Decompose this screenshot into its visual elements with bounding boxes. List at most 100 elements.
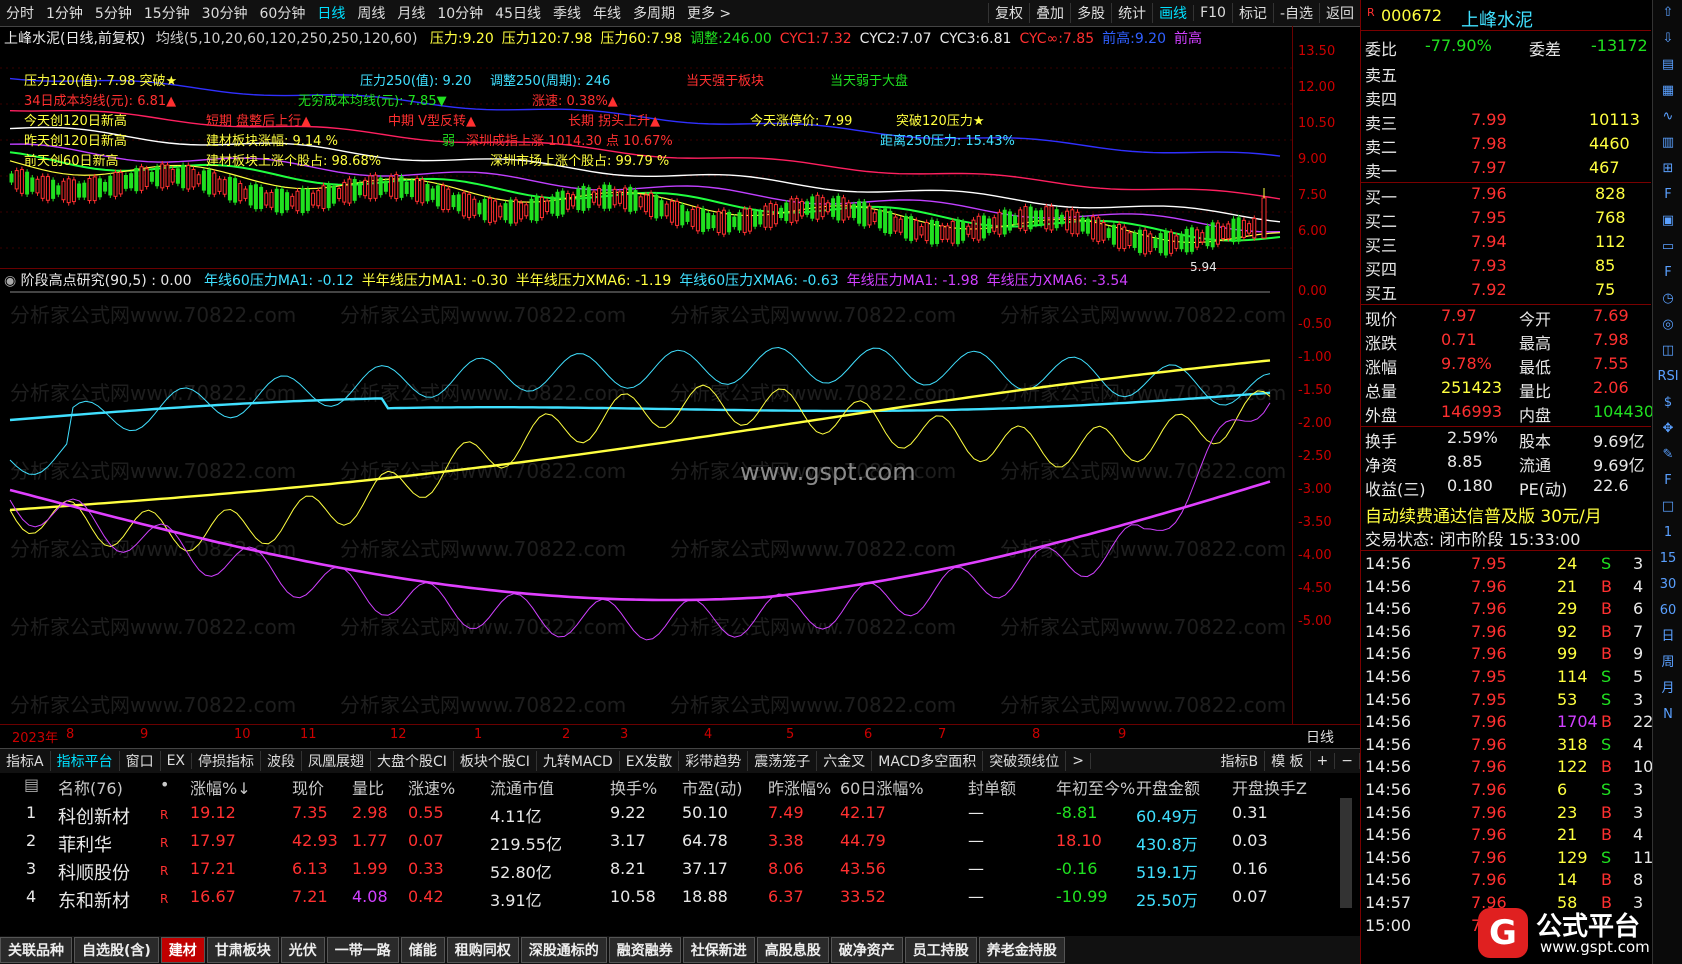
period-3[interactable]: 15分钟 xyxy=(138,3,196,23)
sector-tab[interactable]: 高股息股 xyxy=(756,937,829,963)
sector-tab[interactable]: 租购同权 xyxy=(446,937,519,963)
column-header[interactable]: 昨涨幅% xyxy=(768,775,831,799)
indicator-tab[interactable]: MACD多空面积 xyxy=(872,751,984,771)
table-row[interactable]: 1 科创新材 R 19.12 7.35 2.98 0.55 4.11亿 9.22 50.10 7.4… xyxy=(0,800,1360,828)
table-row[interactable]: 4 东和新材 R 16.67 7.21 4.08 0.42 3.91亿 10.58 18.88 6.… xyxy=(0,884,1360,912)
sector-tab[interactable]: 深股通标的 xyxy=(520,937,607,963)
tool-0[interactable]: 复权 xyxy=(988,3,1029,23)
side-tool-icon[interactable]: 日 xyxy=(1653,624,1682,650)
list-icon[interactable]: ▤ xyxy=(24,775,39,794)
tab-action[interactable]: + xyxy=(1311,753,1336,769)
sector-tab[interactable]: 破净资产 xyxy=(830,937,903,963)
period-13[interactable]: 多周期 xyxy=(627,3,681,23)
indicator-tab[interactable]: > xyxy=(1066,753,1091,769)
sub-chart-toggle-icon[interactable]: ◉ xyxy=(4,273,16,289)
side-tool-icon[interactable]: 30 xyxy=(1653,572,1682,598)
indicator-tab[interactable]: 大盘个股CI xyxy=(371,751,454,771)
side-tool-icon[interactable]: RSI xyxy=(1653,364,1682,390)
side-tool-icon[interactable]: N xyxy=(1653,702,1682,728)
column-header[interactable]: • xyxy=(160,775,169,794)
column-header[interactable]: 开盘金额 xyxy=(1136,775,1200,799)
indicator-tab[interactable]: 彩带趋势 xyxy=(679,751,749,771)
table-scrollbar[interactable] xyxy=(1340,798,1352,908)
table-row[interactable]: 2 菲利华 R 17.97 42.93 1.77 0.07 219.55亿 3.17 64.78 3… xyxy=(0,828,1360,856)
tool-7[interactable]: -自选 xyxy=(1272,3,1319,23)
sector-tab[interactable]: 融资融券 xyxy=(608,937,681,963)
side-tool-icon[interactable]: ◫ xyxy=(1653,338,1682,364)
table-row[interactable]: 3 科顺股份 R 17.21 6.13 1.99 0.33 52.80亿 8.21 37.17 8.… xyxy=(0,856,1360,884)
main-chart-panel[interactable]: 上峰水泥(日线,前复权) 均线(5,10,20,60,120,250,250,1… xyxy=(0,26,1293,274)
indicator-tab[interactable]: 九转MACD xyxy=(537,751,620,771)
side-tool-icon[interactable]: 周 xyxy=(1653,650,1682,676)
sector-tab[interactable]: 养老金持股 xyxy=(978,937,1065,963)
tool-8[interactable]: 返回 xyxy=(1319,3,1360,23)
tab-action[interactable]: 模 板 xyxy=(1265,751,1311,771)
tab-action[interactable]: − xyxy=(1335,753,1360,769)
side-tool-icon[interactable]: ◷ xyxy=(1653,286,1682,312)
column-header[interactable]: 开盘换手Z xyxy=(1232,775,1307,799)
indicator-tab[interactable]: 窗口 xyxy=(120,751,161,771)
indicator-tab[interactable]: 停损指标 xyxy=(192,751,262,771)
period-6[interactable]: 日线 xyxy=(311,3,351,23)
column-header[interactable]: 涨速% xyxy=(408,775,455,799)
indicator-tab[interactable]: 指标平台 xyxy=(51,751,120,771)
column-header[interactable]: 市盈(动) xyxy=(682,775,743,799)
side-tool-icon[interactable]: ⊞ xyxy=(1653,156,1682,182)
column-header[interactable]: 名称(76) xyxy=(58,775,123,799)
column-header[interactable]: 封单额 xyxy=(968,775,1016,799)
indicator-tab[interactable]: 凤凰展翅 xyxy=(302,751,372,771)
side-tool-icon[interactable]: ⇧ xyxy=(1653,0,1682,26)
sector-tab[interactable]: 员工持股 xyxy=(904,937,977,963)
side-tool-icon[interactable]: 60 xyxy=(1653,598,1682,624)
side-tool-icon[interactable]: F xyxy=(1653,182,1682,208)
period-0[interactable]: 分时 xyxy=(0,3,40,23)
sector-tab[interactable]: 光伏 xyxy=(280,937,325,963)
sector-tab[interactable]: 一带一路 xyxy=(326,937,399,963)
column-header[interactable]: 量比 xyxy=(352,775,384,799)
side-tool-icon[interactable]: ∿ xyxy=(1653,104,1682,130)
side-tool-icon[interactable]: 15 xyxy=(1653,546,1682,572)
indicator-tab[interactable]: 指标A xyxy=(0,751,51,771)
column-header[interactable]: 60日涨幅% xyxy=(840,775,924,799)
column-header[interactable]: 换手% xyxy=(610,775,657,799)
side-tool-icon[interactable]: F xyxy=(1653,260,1682,286)
period-5[interactable]: 60分钟 xyxy=(254,3,312,23)
side-tool-icon[interactable]: ▣ xyxy=(1653,208,1682,234)
side-tool-icon[interactable]: F xyxy=(1653,468,1682,494)
indicator-tab[interactable]: 震荡笼子 xyxy=(748,751,818,771)
side-tool-icon[interactable]: ▤ xyxy=(1653,52,1682,78)
side-tool-icon[interactable]: ▭ xyxy=(1653,234,1682,260)
sector-tab[interactable]: 社保新进 xyxy=(682,937,755,963)
tool-3[interactable]: 统计 xyxy=(1111,3,1152,23)
column-header[interactable]: 现价 xyxy=(292,775,324,799)
sector-tab[interactable]: 甘肃板块 xyxy=(206,937,279,963)
sector-tab[interactable]: 关联品种 xyxy=(0,937,72,963)
side-tool-icon[interactable]: ▥ xyxy=(1653,130,1682,156)
side-tool-icon[interactable]: $ xyxy=(1653,390,1682,416)
sector-tab[interactable]: 储能 xyxy=(400,937,445,963)
tool-5[interactable]: F10 xyxy=(1193,5,1232,21)
tab-action[interactable]: 指标B xyxy=(1214,751,1266,771)
indicator-tab[interactable]: 突破颈线位 xyxy=(983,751,1067,771)
indicator-tab[interactable]: 板块个股CI xyxy=(454,751,537,771)
period-2[interactable]: 5分钟 xyxy=(89,3,138,23)
column-header[interactable]: 年初至今% xyxy=(1056,775,1135,799)
indicator-tab[interactable]: EX xyxy=(161,753,193,769)
tool-1[interactable]: 叠加 xyxy=(1029,3,1070,23)
column-header[interactable]: 涨幅%↓ xyxy=(190,775,251,799)
tool-4[interactable]: 画线 xyxy=(1152,3,1193,23)
period-14[interactable]: 更多 > xyxy=(681,3,737,23)
tool-6[interactable]: 标记 xyxy=(1231,3,1273,23)
indicator-tab[interactable]: EX发散 xyxy=(620,751,680,771)
side-tool-icon[interactable]: ✎ xyxy=(1653,442,1682,468)
period-11[interactable]: 季线 xyxy=(547,3,587,23)
side-tool-icon[interactable]: 1 xyxy=(1653,520,1682,546)
period-12[interactable]: 年线 xyxy=(587,3,627,23)
side-tool-icon[interactable]: ◎ xyxy=(1653,312,1682,338)
sub-chart-panel[interactable]: ◉ 阶段高点研究(90,5) : 0.00 年线60压力MA1: -0.12 半年… xyxy=(0,268,1293,724)
side-tool-icon[interactable]: ▦ xyxy=(1653,78,1682,104)
period-8[interactable]: 月线 xyxy=(391,3,431,23)
indicator-chart[interactable]: 分析家公式网www.70822.com 分析家公式网www.70822.com 分析… xyxy=(0,290,1292,724)
side-tool-icon[interactable]: ⇩ xyxy=(1653,26,1682,52)
period-1[interactable]: 1分钟 xyxy=(40,3,89,23)
